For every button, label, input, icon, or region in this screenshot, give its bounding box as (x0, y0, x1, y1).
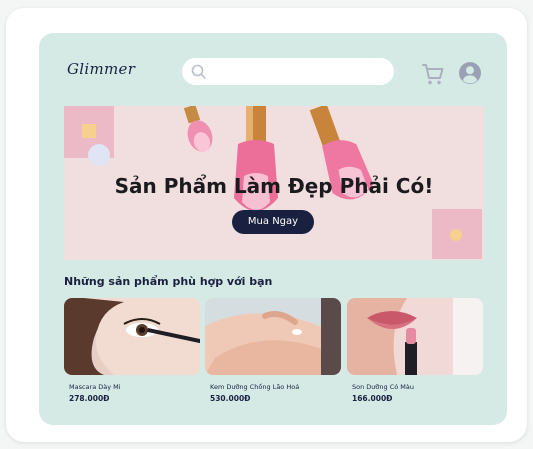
product-name: Mascara Dày Mi (69, 383, 121, 391)
product-card[interactable]: Mascara Dày Mi 278.000Đ (64, 298, 200, 403)
product-card[interactable]: Kem Dưỡng Chống Lão Hoá 530.000Đ (205, 298, 341, 403)
decor-dot (450, 229, 462, 241)
cart-icon[interactable] (421, 62, 445, 86)
mascara-photo (64, 298, 200, 375)
buy-now-button[interactable]: Mua Ngay (232, 210, 314, 234)
makeup-brush-image (183, 106, 213, 152)
cream-photo (205, 298, 341, 375)
makeup-brush-image (234, 106, 278, 211)
decor-square (432, 209, 482, 259)
hero-banner: Sản Phẩm Làm Đẹp Phải Có! Mua Ngay (64, 106, 484, 260)
user-account-icon[interactable] (458, 61, 482, 85)
lip-balm-photo (347, 298, 483, 375)
hero-title: Sản Phẩm Làm Đẹp Phải Có! (114, 174, 434, 198)
section-title: Những sản phẩm phù hợp với bạn (64, 275, 273, 288)
product-card[interactable]: Son Dưỡng Có Màu 166.000Đ (347, 298, 483, 403)
brand-logo[interactable]: Glimmer (67, 60, 137, 84)
search-input[interactable] (210, 62, 386, 81)
product-price: 166.000Đ (352, 394, 393, 403)
product-image-mascara[interactable] (64, 298, 200, 375)
decor-circle (88, 144, 110, 166)
product-image-lip-balm[interactable] (347, 298, 483, 375)
product-image-cream[interactable] (205, 298, 341, 375)
decor-square-inner (82, 124, 96, 138)
product-price: 530.000Đ (210, 394, 251, 403)
product-name: Kem Dưỡng Chống Lão Hoá (210, 383, 300, 391)
search-icon (191, 64, 206, 79)
product-price: 278.000Đ (69, 394, 110, 403)
search-bar[interactable] (182, 58, 394, 85)
product-name: Son Dưỡng Có Màu (352, 383, 414, 391)
